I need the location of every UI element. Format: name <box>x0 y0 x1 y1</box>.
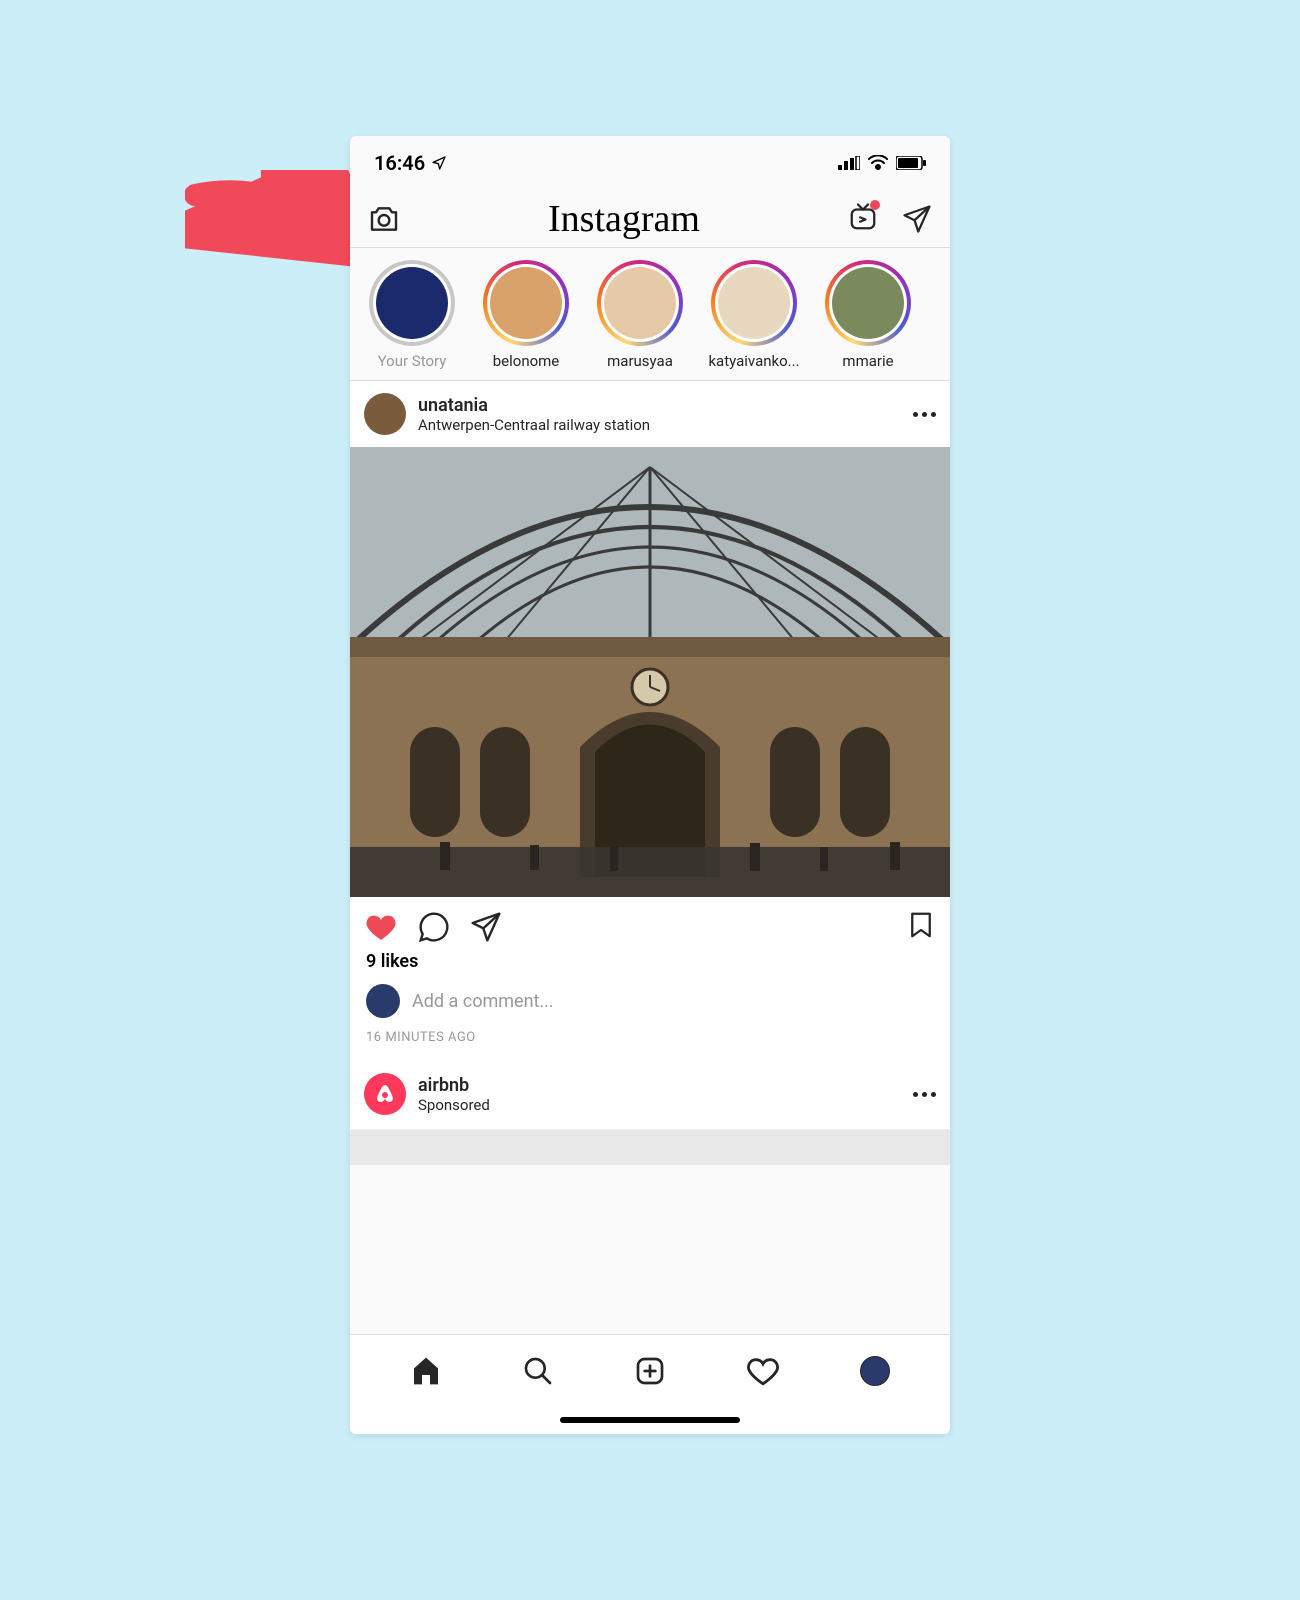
sponsored-username[interactable]: airbnb <box>418 1075 913 1096</box>
new-post-tab[interactable] <box>634 1355 666 1387</box>
igtv-notification-dot <box>870 200 880 210</box>
story-label: katyaivanko... <box>708 352 799 370</box>
direct-message-icon[interactable] <box>902 204 932 234</box>
like-button[interactable] <box>364 910 398 944</box>
wifi-icon <box>868 155 888 171</box>
story-item[interactable]: mmarie <box>820 260 916 370</box>
stories-tray[interactable]: Your Story belonome marusyaa katyaivanko… <box>350 248 950 381</box>
post-author-avatar[interactable] <box>364 393 406 435</box>
phone-frame: 16:46 <box>350 136 950 1434</box>
story-label: mmarie <box>842 352 893 370</box>
battery-icon <box>896 156 926 170</box>
sponsored-post-header: airbnb Sponsored <box>350 1059 950 1129</box>
add-comment-row[interactable]: Add a comment... <box>350 980 950 1026</box>
activity-tab[interactable] <box>746 1354 780 1388</box>
save-button[interactable] <box>906 909 936 941</box>
story-label: marusyaa <box>607 352 673 370</box>
annotation-arrow <box>185 170 355 280</box>
story-item[interactable]: katyaivanko... <box>706 260 802 370</box>
post-header: unatania Antwerpen-Centraal railway stat… <box>350 381 950 447</box>
location-arrow-icon <box>431 155 447 171</box>
camera-icon[interactable] <box>368 203 400 235</box>
igtv-button[interactable] <box>848 202 878 236</box>
airbnb-logo-icon <box>373 1082 397 1106</box>
story-item-own[interactable]: Your Story <box>364 260 460 370</box>
cellular-signal-icon <box>838 156 860 170</box>
post-location[interactable]: Antwerpen-Centraal railway station <box>418 416 913 434</box>
post-options-button[interactable] <box>913 412 936 417</box>
post-timestamp: 16 MINUTES AGO <box>350 1026 950 1059</box>
story-item[interactable]: marusyaa <box>592 260 688 370</box>
home-tab[interactable] <box>410 1355 442 1387</box>
post-username[interactable]: unatania <box>418 395 913 416</box>
story-label: Your Story <box>378 352 447 370</box>
sponsored-options-button[interactable] <box>913 1092 936 1097</box>
status-time: 16:46 <box>374 151 425 175</box>
post-photo-illustration <box>350 447 950 897</box>
app-header: Instagram <box>350 190 950 248</box>
status-bar: 16:46 <box>350 136 950 190</box>
comment-placeholder: Add a comment... <box>412 991 554 1012</box>
bottom-nav <box>350 1334 950 1406</box>
comment-button[interactable] <box>418 911 450 943</box>
post-actions <box>350 897 950 951</box>
post-image[interactable] <box>350 447 950 897</box>
story-item[interactable]: belonome <box>478 260 574 370</box>
app-logo: Instagram <box>548 197 700 241</box>
profile-tab[interactable] <box>860 1356 890 1386</box>
share-button[interactable] <box>470 911 502 943</box>
likes-count[interactable]: 9 likes <box>350 951 950 980</box>
sponsored-image-peek[interactable] <box>350 1129 950 1165</box>
sponsored-avatar[interactable] <box>364 1073 406 1115</box>
sponsored-label: Sponsored <box>418 1096 913 1114</box>
story-label: belonome <box>493 352 560 370</box>
home-indicator <box>350 1406 950 1434</box>
own-avatar-small <box>366 984 400 1018</box>
search-tab[interactable] <box>522 1355 554 1387</box>
